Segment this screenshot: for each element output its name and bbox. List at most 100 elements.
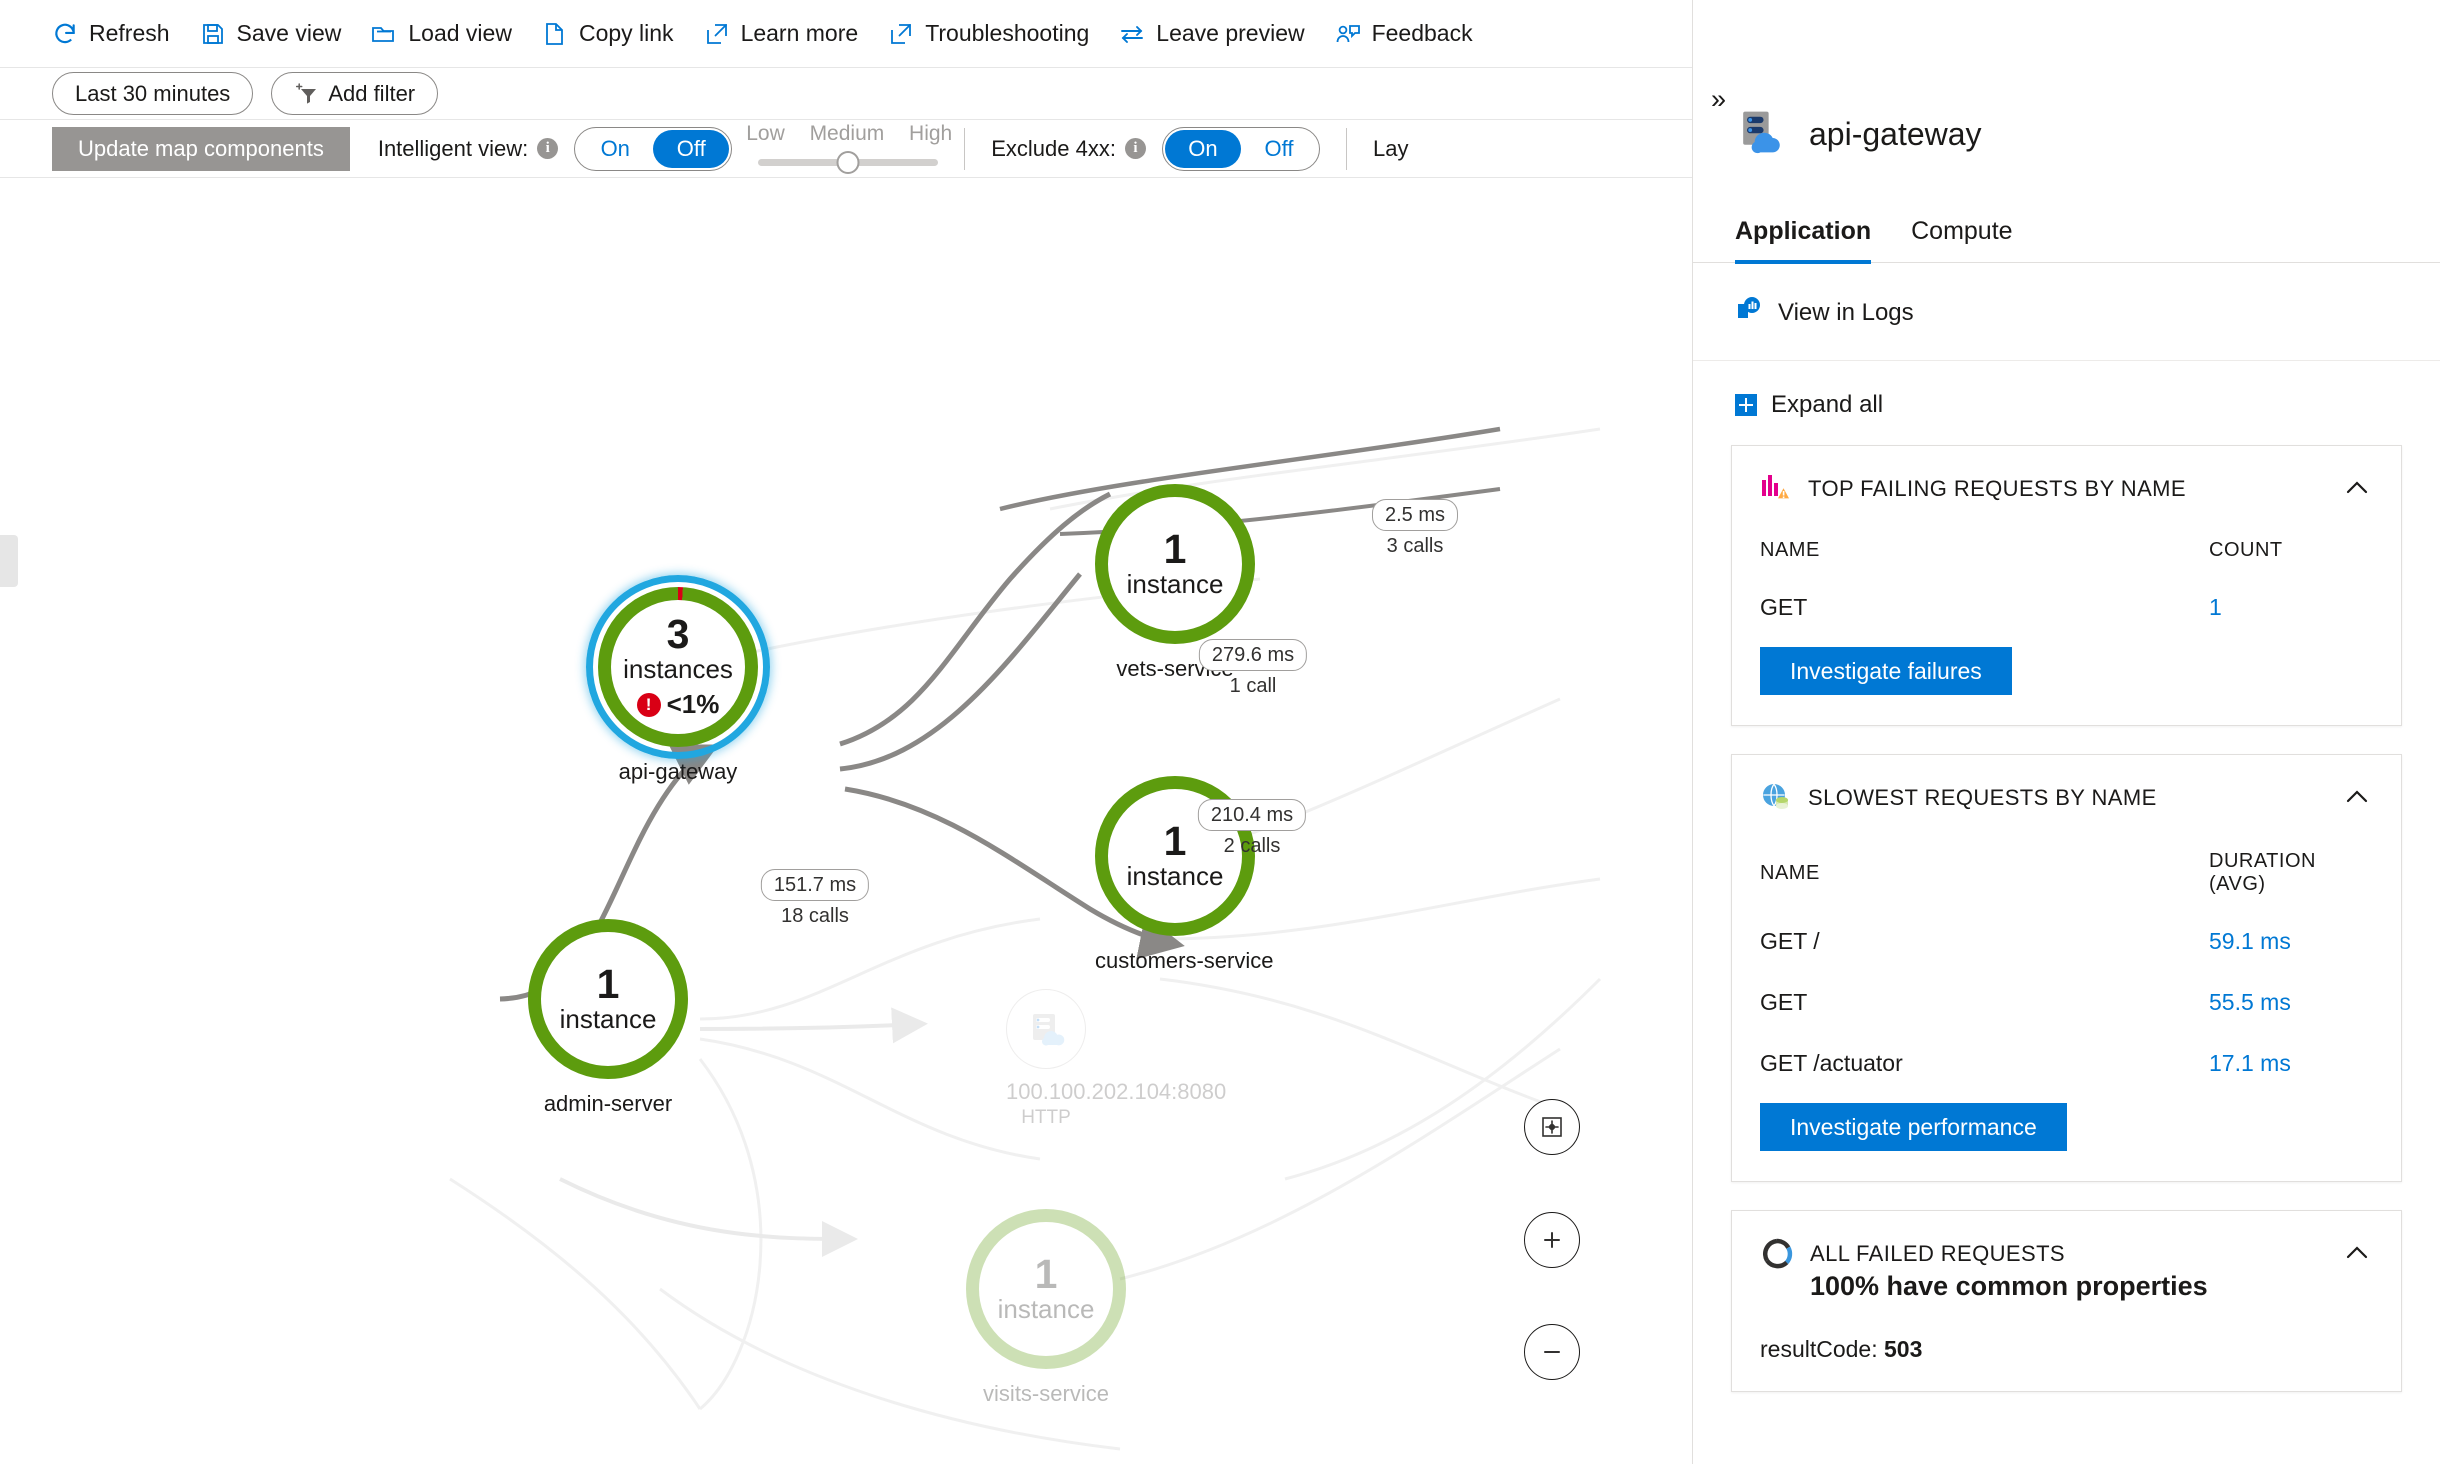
layout-label: Lay [1372,135,1409,161]
request-duration[interactable]: 55.5 ms [2181,979,2401,1040]
card-top-failing-requests: TOP FAILING REQUESTS BY NAME NAME COUNT [1731,445,2402,726]
edge-label-gw-vets-2: 279.6 ms 1 call [1198,639,1308,698]
node-ring-vets-service[interactable]: 1 instance [1095,484,1255,644]
sensitivity-tick-labels: Low Medium High [746,122,952,146]
zoom-in-button[interactable] [1524,1212,1580,1268]
troubleshooting-button[interactable]: Troubleshooting [878,14,1109,53]
save-icon [200,21,226,47]
refresh-label: Refresh [89,20,170,46]
zoom-out-button[interactable] [1524,1324,1580,1380]
intelligent-view-off-option[interactable]: Off [653,129,730,168]
node-error-rate-api-gateway: <1% [666,689,720,720]
common-property-row: resultCode: 503 [1732,1312,2401,1391]
tab-application[interactable]: Application [1735,217,1872,264]
edge-label-gw-customers: 210.4 ms 2 calls [1197,799,1307,858]
save-view-label: Save view [236,20,342,46]
application-map-canvas[interactable]: 3 instances ! <1% api-gateway 1 instance [0,179,1692,1464]
minus-icon[interactable] [1524,1324,1580,1380]
node-count-api-gateway: 3 [666,610,690,657]
feedback-button[interactable]: Feedback [1325,14,1493,53]
sensitivity-slider[interactable]: Low Medium High [746,122,952,174]
performance-globe-icon [1760,781,1792,818]
add-filter-button[interactable]: Add filter [271,72,439,115]
update-map-components-button[interactable]: Update map components [52,126,350,171]
node-label-api-gateway: api-gateway [618,759,738,784]
column-header-name: NAME [1760,539,1820,561]
column-header-count: COUNT [2209,539,2283,561]
request-count[interactable]: 1 [2181,584,2401,645]
request-name: GET [1760,989,1808,1015]
edge-calls: 2 calls [1223,835,1281,857]
sensitivity-medium-label: Medium [809,121,885,145]
card-title: SLOWEST REQUESTS BY NAME [1808,785,2157,810]
request-name: GET [1760,594,1808,620]
application-map-page: Refresh Save view Load view Copy link Le… [0,0,2440,1464]
troubleshooting-label: Troubleshooting [925,20,1090,46]
exclude-4xx-off-option[interactable]: Off [1241,130,1317,168]
column-header-duration: DURATION (AVG) [2209,850,2316,895]
chevron-double-right-icon[interactable]: » [1711,86,1726,113]
details-panel-header: api-gateway [1693,0,2440,165]
common-property-label: resultCode: [1760,1336,1878,1362]
node-unit-vets-service: instance [1126,568,1224,599]
edge-calls: 3 calls [1386,535,1444,557]
info-icon[interactable]: i [1124,138,1146,159]
investigate-performance-button[interactable]: Investigate performance [1760,1103,2067,1151]
node-label-customers-service: customers-service [1095,948,1274,973]
copy-link-button[interactable]: Copy link [532,14,694,53]
edge-duration: 279.6 ms [1198,639,1308,671]
intelligent-view-toggle[interactable]: On Off [574,126,733,171]
expand-all-button[interactable]: Expand all [1693,361,2440,445]
map-node-api-gateway[interactable]: 3 instances ! <1% api-gateway [586,575,770,785]
table-row: GET 55.5 ms [1732,979,2401,1040]
expand-all-label: Expand all [1771,391,1884,418]
info-icon[interactable]: i [537,138,559,159]
node-ring-visits-service[interactable]: 1 instance [966,1209,1126,1369]
investigate-failures-button[interactable]: Investigate failures [1760,647,2012,695]
tab-compute[interactable]: Compute [1911,217,2012,264]
card-title: TOP FAILING REQUESTS BY NAME [1808,476,2186,501]
details-panel-title: api-gateway [1809,116,1982,152]
fit-to-screen-button[interactable] [1524,1099,1580,1155]
sensitivity-high-label: High [909,121,953,145]
intelligent-view-on-option[interactable]: On [577,130,653,168]
sensitivity-slider-thumb[interactable] [836,150,860,174]
chevron-up-icon[interactable] [2341,781,2373,813]
chevron-up-icon[interactable] [2341,1237,2373,1269]
request-duration[interactable]: 59.1 ms [2181,918,2401,979]
card-header: SLOWEST REQUESTS BY NAME [1732,755,2401,828]
map-node-admin-server[interactable]: 1 instance admin-server [528,919,688,1117]
node-ring-api-gateway[interactable]: 3 instances ! <1% [598,587,758,747]
map-node-http-dependency[interactable]: 100.100.202.104:8080 HTTP [1006,989,1226,1129]
feedback-label: Feedback [1371,20,1473,46]
exclude-4xx-on-option[interactable]: On [1164,129,1241,168]
load-view-button[interactable]: Load view [361,14,532,53]
copy-link-label: Copy link [578,20,674,46]
plus-icon[interactable] [1524,1212,1580,1268]
map-node-visits-service[interactable]: 1 instance visits-service [966,1209,1126,1407]
node-label-visits-service: visits-service [983,1381,1109,1406]
refresh-button[interactable]: Refresh [42,14,190,53]
request-duration[interactable]: 17.1 ms [2181,1040,2401,1101]
edge-calls: 18 calls [781,905,849,927]
node-count-vets-service: 1 [1163,525,1187,572]
leave-preview-button[interactable]: Leave preview [1109,14,1324,53]
fit-to-screen-icon[interactable] [1524,1099,1580,1155]
common-property-value: 503 [1884,1336,1923,1362]
node-unit-admin-server: instance [559,1003,657,1034]
feedback-person-icon [1335,21,1361,47]
time-range-picker[interactable]: Last 30 minutes [52,72,254,115]
card-header: TOP FAILING REQUESTS BY NAME [1732,446,2401,517]
folder-open-icon [371,21,397,47]
learn-more-button[interactable]: Learn more [694,14,879,53]
exclude-4xx-toggle[interactable]: On Off [1161,126,1320,171]
pane-resize-handle[interactable] [0,535,18,587]
card-header: ALL FAILED REQUESTS 100% have common pro… [1732,1211,2401,1312]
chevron-up-icon[interactable] [2341,472,2373,504]
server-cloud-icon [1006,989,1086,1069]
view-in-logs-button[interactable]: View in Logs [1693,263,2440,361]
edge-label-admin-gw: 151.7 ms 18 calls [760,869,870,928]
node-ring-admin-server[interactable]: 1 instance [528,919,688,1079]
add-filter-label: Add filter [328,80,416,106]
save-view-button[interactable]: Save view [190,14,362,53]
